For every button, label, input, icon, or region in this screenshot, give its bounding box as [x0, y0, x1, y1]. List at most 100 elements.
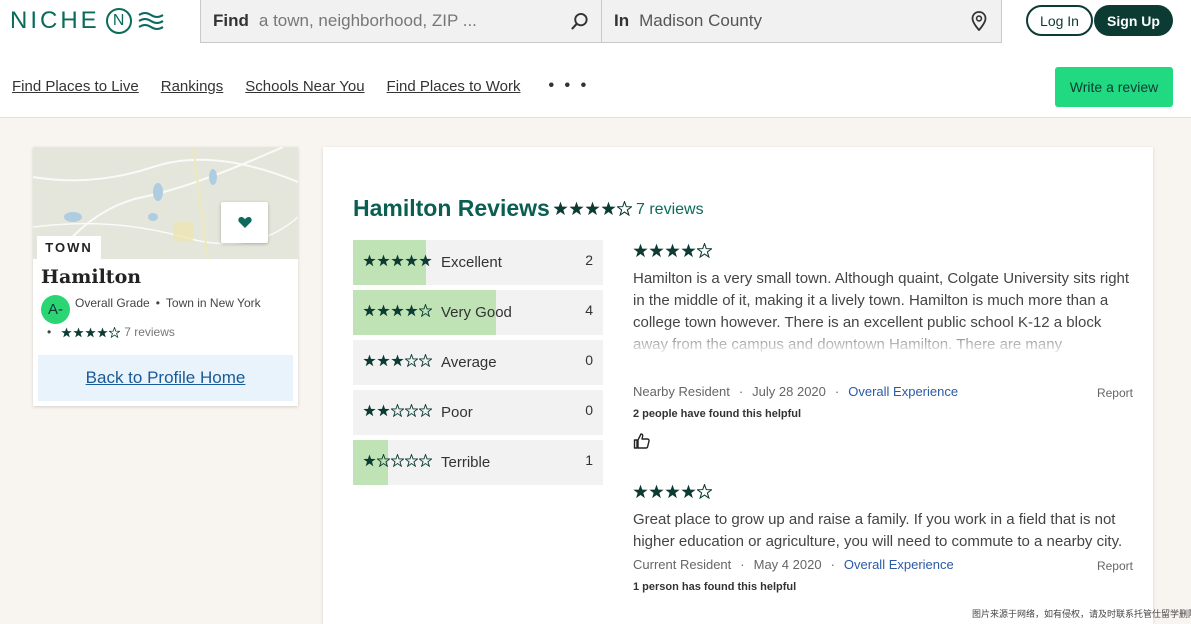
report-link[interactable]: Report	[1097, 386, 1133, 400]
find-input[interactable]	[258, 11, 569, 31]
review-category-link[interactable]: Overall Experience	[844, 557, 954, 572]
location-search-box: In	[601, 0, 1002, 43]
star-filled-icon	[363, 454, 376, 467]
nav-schools-near-you[interactable]: Schools Near You	[245, 78, 364, 95]
waves-icon	[138, 12, 164, 30]
star-filled-icon	[649, 484, 664, 499]
breakdown-count: 0	[585, 352, 593, 368]
star-empty-icon	[405, 354, 418, 367]
star-empty-icon	[419, 354, 432, 367]
site-header: NICHE N Find In Log In Sign Up Find Plac…	[0, 0, 1191, 118]
overall-grade-badge: A-	[41, 295, 70, 324]
star-empty-icon	[419, 404, 432, 417]
profile-card: TOWN Hamilton A- Overall Grade • Town in…	[33, 147, 298, 406]
nav-more-button[interactable]: • • •	[549, 77, 590, 95]
place-type: Town in New York	[165, 296, 261, 310]
place-type-tag: TOWN	[37, 236, 101, 259]
breakdown-count: 4	[585, 302, 593, 318]
star-filled-icon	[585, 201, 600, 216]
review-star-rating	[633, 243, 712, 259]
breakdown-row-very-good[interactable]: Very Good 4	[353, 290, 603, 335]
find-label: Find	[213, 11, 249, 30]
heart-icon	[237, 216, 252, 228]
star-filled-icon	[363, 404, 376, 417]
star-filled-icon	[61, 326, 72, 337]
review-item: Hamilton is a very small town. Although …	[633, 242, 1133, 452]
star-empty-icon	[419, 454, 432, 467]
star-filled-icon	[665, 484, 680, 499]
in-label: In	[614, 11, 630, 30]
main-nav: Find Places to Live Rankings Schools Nea…	[12, 77, 589, 95]
location-input[interactable]	[639, 11, 969, 31]
star-filled-icon	[681, 243, 696, 258]
review-meta: Current Resident · May 4 2020 · Overall …	[633, 557, 1133, 573]
profile-rating[interactable]: • 7 reviews	[47, 325, 175, 339]
breakdown-row-terrible[interactable]: Terrible 1	[353, 440, 603, 485]
breakdown-star-rating	[363, 254, 432, 267]
nav-find-places-to-live[interactable]: Find Places to Live	[12, 78, 139, 95]
find-search-box: Find	[200, 0, 602, 43]
review-text[interactable]: Great place to grow up and raise a famil…	[633, 509, 1133, 553]
star-rating	[61, 326, 121, 338]
overall-star-rating	[553, 201, 632, 216]
star-filled-icon	[405, 254, 418, 267]
map-thumbnail[interactable]: TOWN	[33, 147, 298, 259]
breakdown-count: 1	[585, 452, 593, 468]
review-category-link[interactable]: Overall Experience	[848, 384, 958, 399]
favorite-button[interactable]	[221, 202, 268, 243]
breakdown-star-rating	[363, 404, 432, 417]
logo-text: NICHE	[10, 7, 100, 34]
magnifier-icon[interactable]	[569, 11, 589, 31]
thumbs-up-icon[interactable]	[633, 432, 653, 452]
grade-label: Overall Grade	[75, 296, 150, 310]
star-filled-icon	[391, 354, 404, 367]
star-filled-icon	[363, 254, 376, 267]
star-filled-icon	[553, 201, 568, 216]
breakdown-count: 0	[585, 402, 593, 418]
star-empty-icon	[109, 326, 121, 338]
reviews-count[interactable]: 7 reviews	[636, 201, 704, 219]
niche-logo[interactable]: NICHE N	[10, 6, 164, 36]
review-meta: Nearby Resident · July 28 2020 · Overall…	[633, 384, 1133, 400]
star-empty-icon	[617, 201, 632, 216]
star-empty-icon	[391, 454, 404, 467]
separator-dot: •	[47, 325, 52, 339]
separator-dot: •	[155, 296, 160, 310]
star-filled-icon	[377, 404, 390, 417]
signup-button[interactable]: Sign Up	[1094, 5, 1173, 36]
login-button[interactable]: Log In	[1026, 5, 1093, 36]
star-empty-icon	[391, 404, 404, 417]
rating-breakdown: Excellent 2 Very Good 4 Average 0 Poor 0 Terribl…	[353, 240, 603, 490]
logo-mark: N	[105, 8, 132, 34]
back-to-profile-link[interactable]: Back to Profile Home	[86, 368, 246, 388]
star-filled-icon	[633, 243, 648, 258]
star-empty-icon	[377, 454, 390, 467]
nav-rankings[interactable]: Rankings	[161, 78, 224, 95]
review-author: Current Resident	[633, 557, 732, 572]
breakdown-star-rating	[363, 304, 432, 317]
review-item: Great place to grow up and raise a famil…	[633, 483, 1133, 593]
write-review-button[interactable]: Write a review	[1055, 67, 1173, 107]
report-link[interactable]: Report	[1097, 559, 1133, 573]
star-empty-icon	[697, 243, 712, 259]
nav-find-places-to-work[interactable]: Find Places to Work	[387, 78, 521, 95]
star-empty-icon	[405, 404, 418, 417]
map-pin-icon[interactable]	[969, 11, 989, 31]
image-source-watermark: 图片来源于网络，如有侵权，请及时联系托管仕留学删除	[972, 609, 1191, 619]
breakdown-label: Average	[441, 354, 497, 371]
back-box: Back to Profile Home	[38, 355, 293, 401]
grade-info: Overall Grade • Town in New York	[75, 296, 261, 310]
star-filled-icon	[377, 254, 390, 267]
star-filled-icon	[633, 484, 648, 499]
breakdown-row-poor[interactable]: Poor 0	[353, 390, 603, 435]
breakdown-row-average[interactable]: Average 0	[353, 340, 603, 385]
breakdown-label: Poor	[441, 404, 473, 421]
star-filled-icon	[391, 304, 404, 317]
profile-reviews-count: 7 reviews	[124, 325, 175, 339]
star-filled-icon	[377, 354, 390, 367]
star-filled-icon	[363, 354, 376, 367]
star-filled-icon	[665, 243, 680, 258]
breakdown-star-rating	[363, 354, 432, 367]
review-text[interactable]: Hamilton is a very small town. Although …	[633, 268, 1133, 356]
breakdown-row-excellent[interactable]: Excellent 2	[353, 240, 603, 285]
